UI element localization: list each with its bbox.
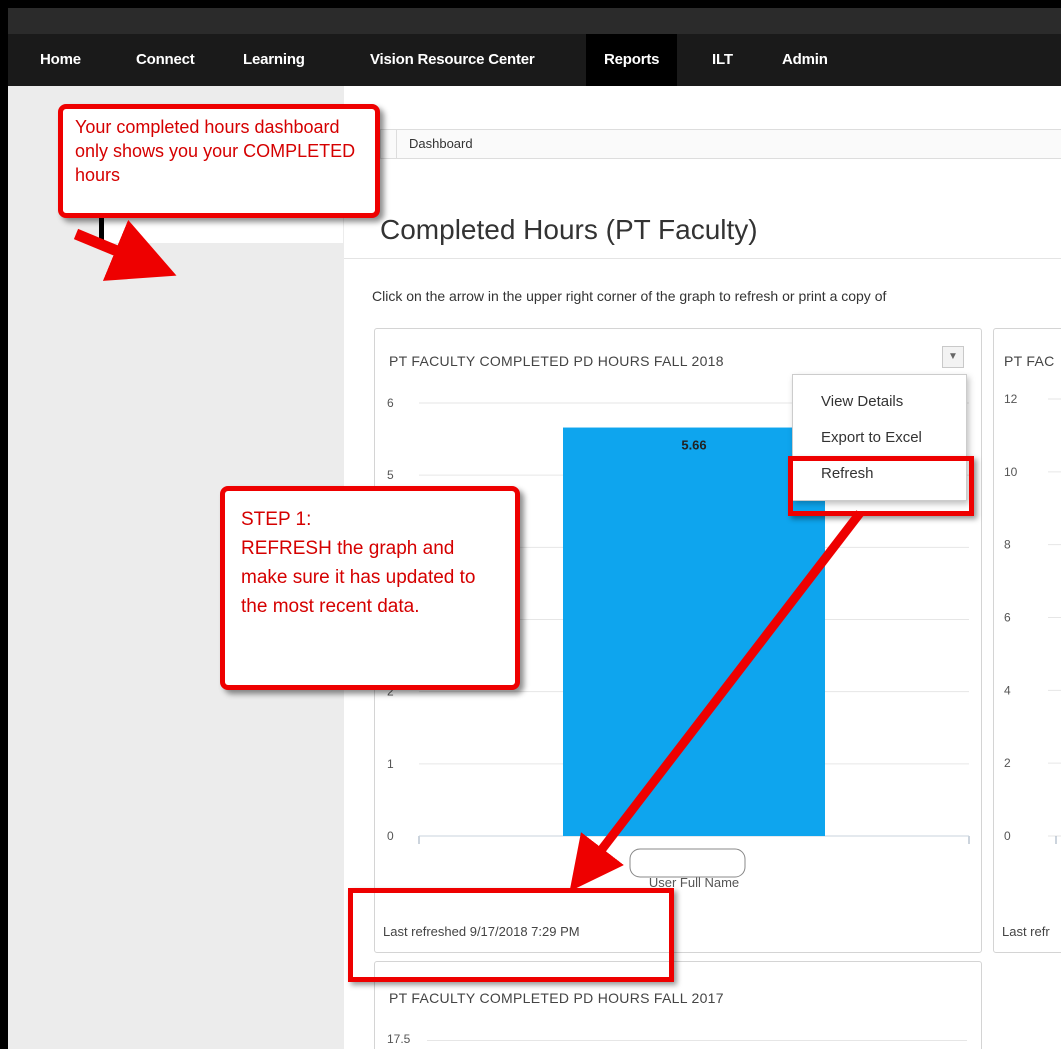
chart-title: PT FACULTY COMPLETED PD HOURS FALL 2017 xyxy=(389,990,724,1006)
y-tick-label: 4 xyxy=(1004,683,1011,697)
top-navigation: Home Connect Learning Vision Resource Ce… xyxy=(8,8,1061,86)
highlight-last-refreshed xyxy=(348,888,674,982)
last-refreshed-text: Last refr xyxy=(1002,924,1050,939)
app-window: Home Connect Learning Vision Resource Ce… xyxy=(8,8,1061,1049)
nav-admin[interactable]: Admin xyxy=(782,34,828,86)
y-tick-label: 6 xyxy=(387,396,394,410)
y-tick-label: 5 xyxy=(387,468,394,482)
data-label: 5.66 xyxy=(681,438,706,453)
y-tick-label: 0 xyxy=(1004,829,1011,843)
highlight-refresh xyxy=(788,456,974,516)
nav-home[interactable]: Home xyxy=(40,34,81,86)
menu-export-to-excel[interactable]: Export to Excel xyxy=(821,429,922,446)
y-tick-label: 10 xyxy=(1004,465,1018,479)
bar xyxy=(563,427,825,836)
y-tick-label: 1 xyxy=(387,757,394,771)
annotation-callout-completed-hours: Your completed hours dashboard only show… xyxy=(58,104,380,218)
breadcrumb-dashboard[interactable]: Dashboard xyxy=(409,136,473,151)
page-title: Completed Hours (PT Faculty) xyxy=(380,214,758,245)
y-tick-label: 2 xyxy=(1004,756,1011,770)
x-category-label-redacted xyxy=(629,848,746,878)
chart-plot: 0 2 4 6 8 10 12 xyxy=(1004,392,1061,844)
y-tick-label: 6 xyxy=(1004,611,1011,625)
instruction-text: Click on the arrow in the upper right co… xyxy=(372,288,887,304)
gridline xyxy=(427,1040,967,1041)
nav-learning[interactable]: Learning xyxy=(243,34,305,86)
nav-connect[interactable]: Connect xyxy=(136,34,195,86)
nav-ilt[interactable]: ILT xyxy=(712,34,733,86)
menu-view-details[interactable]: View Details xyxy=(821,393,903,410)
annotation-callout-step-1: STEP 1: REFRESH the graph and make sure … xyxy=(220,486,520,690)
breadcrumb-home-segment[interactable] xyxy=(381,130,397,158)
divider xyxy=(344,258,1061,259)
chart-card-2: PT FAC 0 2 4 6 8 10 12 Last refr xyxy=(993,328,1061,953)
y-tick-label: 0 xyxy=(387,829,394,843)
y-tick-label: 12 xyxy=(1004,392,1018,406)
breadcrumb: Dashboard xyxy=(380,129,1061,159)
callout-step-title: STEP 1: xyxy=(241,509,312,530)
y-tick-label: 17.5 xyxy=(387,1032,411,1046)
x-axis-label: User Full Name xyxy=(649,875,739,889)
nav-reports[interactable]: Reports xyxy=(586,34,678,86)
callout-step-body: REFRESH the graph and make sure it has u… xyxy=(241,538,476,617)
y-tick-label: 8 xyxy=(1004,538,1011,552)
nav-vision-resource-center[interactable]: Vision Resource Center xyxy=(370,34,535,86)
